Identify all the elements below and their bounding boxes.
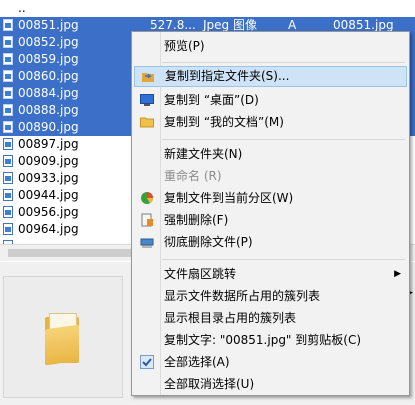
context-menu: 预览(P) 复制到指定文件夹(S)... 复制到 “桌面”(D) 复制到 “我的…	[131, 31, 410, 396]
jpeg-file-icon	[3, 19, 13, 31]
jpeg-file-icon	[3, 206, 13, 218]
menu-item-label: 预览(P)	[164, 39, 205, 53]
preview-box	[3, 276, 123, 398]
folder-icon	[45, 313, 81, 366]
file-name: 00964.jpg	[18, 222, 79, 236]
parent-dir-row[interactable]: ..	[0, 0, 415, 17]
pie-partition-icon	[141, 192, 153, 204]
menu-item-label: 强制删除(F)	[164, 213, 229, 227]
shredder-icon	[140, 238, 154, 248]
documents-folder-icon	[140, 117, 154, 128]
menu-item-label: 文件扇区跳转	[164, 267, 237, 281]
menu-item-select-all[interactable]: 全部选择(A)	[134, 352, 407, 373]
menu-item-copy-to-folder[interactable]: 复制到指定文件夹(S)...	[134, 66, 407, 87]
menu-item-label: 新建文件夹(N)	[164, 147, 243, 161]
menu-item-label: 全部取消选择(U)	[164, 377, 255, 391]
jpeg-file-icon	[3, 70, 13, 82]
jpeg-file-icon	[3, 121, 13, 133]
menu-item-show-root-cluster[interactable]: 显示根目录占用的簇列表	[134, 308, 407, 329]
menu-item-new-folder[interactable]: 新建文件夹(N)	[134, 144, 407, 165]
menu-item-label: 显示根目录占用的簇列表	[164, 311, 297, 325]
force-delete-icon	[141, 213, 153, 227]
jpeg-file-icon	[3, 36, 13, 48]
jpeg-file-icon	[3, 104, 13, 116]
file-name: 00884.jpg	[18, 86, 79, 100]
menu-item-label: 复制到 “桌面”(D)	[164, 93, 259, 107]
folder-copy-icon	[142, 73, 154, 82]
menu-item-copy-to-partition[interactable]: 复制文件到当前分区(W)	[134, 188, 407, 209]
menu-item-copy-to-documents[interactable]: 复制到 “我的文档”(M)	[134, 112, 407, 133]
jpeg-file-icon	[3, 155, 13, 167]
jpeg-file-icon	[3, 172, 13, 184]
menu-separator	[162, 62, 405, 63]
menu-item-label: 复制到 “我的文档”(M)	[164, 115, 284, 129]
file-name: 00890.jpg	[18, 120, 79, 134]
jpeg-file-icon	[3, 138, 13, 150]
jpeg-file-icon	[3, 223, 13, 235]
menu-item-copy-text[interactable]: 复制文字: "00851.jpg" 到剪贴板(C)	[134, 330, 407, 351]
file-name: 00859.jpg	[18, 52, 79, 66]
menu-item-force-delete[interactable]: 强制删除(F)	[134, 210, 407, 231]
file-name: 00888.jpg	[18, 103, 79, 117]
file-name: 00933.jpg	[18, 171, 79, 185]
menu-item-label: 复制到指定文件夹(S)...	[165, 69, 290, 83]
jpeg-file-icon	[3, 189, 13, 201]
menu-item-copy-to-desktop[interactable]: 复制到 “桌面”(D)	[134, 90, 407, 111]
menu-separator	[162, 259, 405, 260]
menu-item-sector-jump[interactable]: 文件扇区跳转 ▶	[134, 264, 407, 285]
file-name: 00852.jpg	[18, 35, 79, 49]
menu-item-label: 重命名 (R)	[164, 169, 222, 183]
file-name: 00956.jpg	[18, 205, 79, 219]
menu-item-preview[interactable]: 预览(P)	[134, 36, 407, 57]
file-name: 00860.jpg	[18, 69, 79, 83]
file-name: 00944.jpg	[18, 188, 79, 202]
menu-item-rename: 重命名 (R)	[134, 166, 407, 187]
menu-item-deselect-all[interactable]: 全部取消选择(U)	[134, 374, 407, 395]
menu-separator	[162, 139, 405, 140]
jpeg-file-icon	[3, 53, 13, 65]
file-name: 00851.jpg	[18, 18, 79, 32]
menu-item-label: 全部选择(A)	[164, 355, 230, 369]
parent-dir-label: ..	[18, 1, 26, 15]
menu-item-label: 彻底删除文件(P)	[164, 235, 253, 249]
jpeg-file-icon	[3, 87, 13, 99]
menu-item-label: 复制文字: "00851.jpg" 到剪贴板(C)	[164, 333, 362, 347]
file-name: 00909.jpg	[18, 154, 79, 168]
menu-item-label: 复制文件到当前分区(W)	[164, 191, 294, 205]
menu-item-show-cluster-list[interactable]: 显示文件数据所占用的簇列表	[134, 286, 407, 307]
file-name: 00897.jpg	[18, 137, 79, 151]
submenu-arrow-icon: ▶	[394, 269, 401, 279]
menu-item-wipe-delete[interactable]: 彻底删除文件(P)	[134, 232, 407, 253]
menu-item-label: 显示文件数据所占用的簇列表	[164, 289, 321, 303]
desktop-icon	[140, 94, 154, 106]
checkmark-icon	[140, 355, 154, 369]
